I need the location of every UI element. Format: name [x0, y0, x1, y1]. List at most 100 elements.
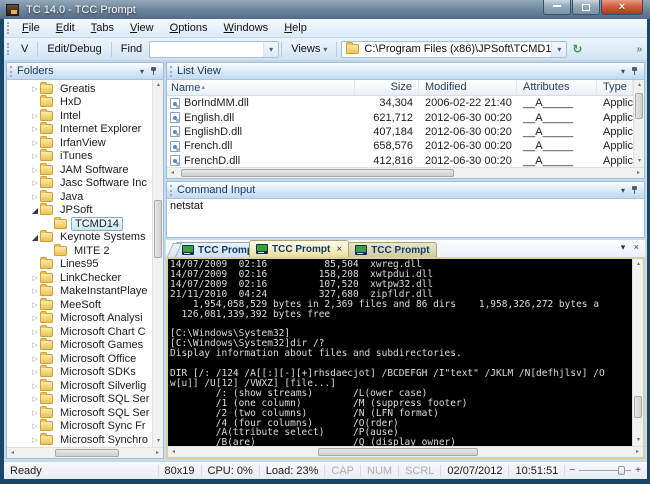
tree-item[interactable]: ▷ Microsoft Chart C [7, 324, 152, 339]
scrollbar-thumb[interactable] [55, 449, 119, 457]
expand-arrow-icon[interactable]: ▷ [30, 166, 40, 174]
column-header-name[interactable]: Name ▲ [167, 80, 355, 95]
scrollbar-thumb[interactable] [154, 200, 162, 258]
tree-item[interactable]: Lines95 [7, 257, 152, 272]
console-hscrollbar[interactable]: ◂ ▸ [168, 446, 643, 457]
tree-item[interactable]: ▷ iTunes [7, 149, 152, 164]
expand-arrow-icon[interactable]: ▷ [30, 301, 40, 309]
expand-arrow-icon[interactable]: ▷ [30, 112, 40, 120]
slider-track[interactable] [579, 466, 632, 475]
scroll-right-icon[interactable]: ▸ [633, 168, 644, 179]
tree-item[interactable]: ▷ Java [7, 189, 152, 204]
collapse-arrow-icon[interactable]: ◢ [30, 206, 40, 215]
menu-item-edit[interactable]: Edit [48, 20, 83, 36]
zoom-in-icon[interactable]: + [635, 465, 641, 476]
tree-item[interactable]: HxD [7, 95, 152, 110]
tree-item[interactable]: ▷ Greatis [7, 81, 152, 96]
expand-arrow-icon[interactable]: ▷ [30, 125, 40, 133]
expand-arrow-icon[interactable]: ▷ [30, 409, 40, 417]
panel-menu-icon[interactable]: ▾ [618, 67, 628, 76]
folders-panel-header[interactable]: Folders ▾ [7, 63, 163, 80]
edit-debug-button[interactable]: Edit/Debug [40, 40, 108, 58]
address-path[interactable]: C:\Program Files (x86)\JPSoft\TCMD14 [361, 43, 551, 55]
zoom-slider[interactable]: − + [564, 465, 647, 476]
close-button[interactable]: × [601, 0, 643, 15]
console-tab[interactable]: TCC Prompt [175, 242, 253, 257]
expand-arrow-icon[interactable]: ▷ [30, 422, 40, 430]
scroll-right-icon[interactable]: ▸ [632, 447, 643, 458]
menu-item-windows[interactable]: Windows [216, 20, 277, 36]
menu-item-help[interactable]: Help [276, 20, 315, 36]
command-input-field[interactable]: netstat [167, 199, 644, 237]
column-header-type[interactable]: Type [597, 80, 633, 95]
expand-arrow-icon[interactable]: ▷ [30, 328, 40, 336]
scrollbar-thumb[interactable] [318, 448, 478, 456]
tree-item[interactable]: ▷ Microsoft SQL Ser [7, 405, 152, 420]
console-tab[interactable]: TCC Prompt [348, 242, 437, 257]
menu-item-view[interactable]: View [122, 20, 162, 36]
column-header-attributes[interactable]: Attributes [517, 80, 597, 95]
scrollbar-thumb[interactable] [634, 396, 642, 418]
expand-arrow-icon[interactable]: ▷ [30, 355, 40, 363]
v-button[interactable]: V [14, 40, 35, 58]
address-combobox[interactable]: C:\Program Files (x86)\JPSoft\TCMD14 ▾ [341, 40, 568, 58]
maximize-button[interactable] [572, 0, 600, 15]
close-tab-icon[interactable]: × [336, 244, 342, 255]
pin-icon[interactable] [149, 65, 158, 77]
scroll-down-icon[interactable]: ▾ [633, 435, 643, 446]
expand-arrow-icon[interactable]: ▷ [30, 274, 40, 282]
console-vscrollbar[interactable]: ▴ ▾ [632, 259, 643, 446]
expand-arrow-icon[interactable]: ▷ [30, 382, 40, 390]
minimize-button[interactable] [543, 0, 571, 15]
tree-item[interactable]: ◢ JPSoft [7, 203, 152, 218]
expand-arrow-icon[interactable]: ▷ [30, 368, 40, 376]
tree-item[interactable]: ▷ Microsoft Sync Fr [7, 419, 152, 434]
tree-item[interactable]: ▷ Microsoft SQL Ser [7, 392, 152, 407]
tree-item[interactable]: TCMD14 [7, 216, 152, 231]
menu-item-file[interactable]: File [14, 20, 48, 36]
tree-item[interactable]: ▷ Microsoft Office [7, 351, 152, 366]
scroll-up-icon[interactable]: ▴ [634, 80, 644, 91]
file-row[interactable]: English.dll 621,712 2012-06-30 00:20 __A___… [167, 110, 633, 124]
scroll-right-icon[interactable]: ▸ [152, 448, 163, 459]
tree-item[interactable]: ▷ MeeSoft [7, 297, 152, 312]
tree-item[interactable]: ▷ IrfanView [7, 135, 152, 150]
pin-icon[interactable] [630, 65, 639, 77]
column-header-size[interactable]: Size [355, 80, 419, 95]
console-tab[interactable]: TCC Prompt × [249, 240, 350, 257]
title-bar[interactable]: TC 14.0 - TCC Prompt × [0, 0, 650, 19]
tree-item[interactable]: ▷ Microsoft Synchro [7, 432, 152, 447]
expand-arrow-icon[interactable]: ▷ [30, 179, 40, 187]
expand-arrow-icon[interactable]: ▷ [30, 287, 40, 295]
find-combobox[interactable]: ▾ [149, 40, 280, 58]
toolbar-grip[interactable] [7, 43, 10, 55]
panel-menu-icon[interactable]: ▾ [137, 67, 147, 76]
tree-item[interactable]: ◢ Keynote Systems [7, 230, 152, 245]
tree-item[interactable]: ▷ Internet Explorer [7, 122, 152, 137]
folder-tree-vscrollbar[interactable]: ▴ ▾ [152, 80, 163, 447]
file-row[interactable]: French.dll 658,576 2012-06-30 00:20 __A____… [167, 139, 633, 153]
expand-arrow-icon[interactable]: ▷ [30, 193, 40, 201]
expand-arrow-icon[interactable]: ▷ [30, 314, 40, 322]
scrollbar-thumb[interactable] [181, 169, 454, 177]
menu-item-tabs[interactable]: Tabs [83, 20, 122, 36]
slider-thumb[interactable] [618, 466, 626, 475]
expand-arrow-icon[interactable]: ▷ [30, 139, 40, 147]
folder-tree-hscrollbar[interactable]: ◂ ▸ [7, 447, 163, 458]
expand-arrow-icon[interactable]: ▷ [30, 395, 40, 403]
scroll-left-icon[interactable]: ◂ [7, 448, 18, 459]
tree-item[interactable]: ▷ Intel [7, 108, 152, 123]
expand-arrow-icon[interactable]: ▷ [30, 85, 40, 93]
file-row[interactable]: EnglishD.dll 407,184 2012-06-30 00:20 __A__… [167, 125, 633, 139]
expand-arrow-icon[interactable]: ▷ [30, 152, 40, 160]
collapse-arrow-icon[interactable]: ◢ [30, 233, 40, 242]
tree-item[interactable]: ▷ Microsoft SDKs [7, 365, 152, 380]
refresh-folder-icon[interactable]: ↻ [572, 42, 582, 56]
panel-menu-icon[interactable]: ▾ [618, 186, 628, 195]
column-header-modified[interactable]: Modified [419, 80, 517, 95]
tree-item[interactable]: ▷ MakeInstantPlaye [7, 284, 152, 299]
file-row[interactable]: FrenchD.dll 412,816 2012-06-30 00:20 __A___… [167, 154, 633, 167]
scroll-left-icon[interactable]: ◂ [167, 168, 178, 179]
toolbar-grip[interactable] [7, 22, 10, 34]
tab-list-icon[interactable]: ▾ [618, 242, 629, 252]
